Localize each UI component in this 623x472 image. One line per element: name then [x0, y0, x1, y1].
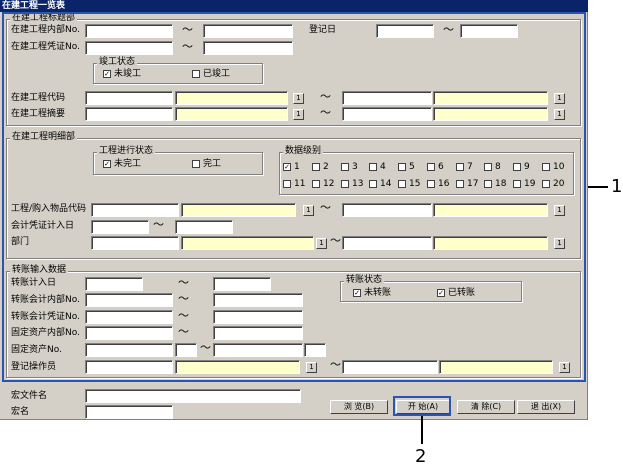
callout-1-number: 1 [611, 176, 623, 197]
start-button-highlight-box [393, 396, 451, 416]
macro-file-input[interactable] [85, 389, 301, 403]
macro-name-label: 宏名 [11, 407, 30, 417]
window-title: 在建工程一览表 [0, 0, 588, 12]
callout-2-number: 2 [415, 446, 427, 467]
callout-2-leader-line [421, 416, 423, 444]
browse-button[interactable]: 浏 览(B) [330, 400, 388, 414]
clear-button[interactable]: 清 除(C) [457, 400, 515, 414]
exit-button[interactable]: 退 出(X) [517, 400, 575, 414]
macro-name-input[interactable] [85, 405, 173, 419]
selection-highlight-box [2, 12, 586, 382]
macro-file-label: 宏文件名 [11, 391, 48, 401]
callout-1-leader-line [588, 186, 608, 188]
